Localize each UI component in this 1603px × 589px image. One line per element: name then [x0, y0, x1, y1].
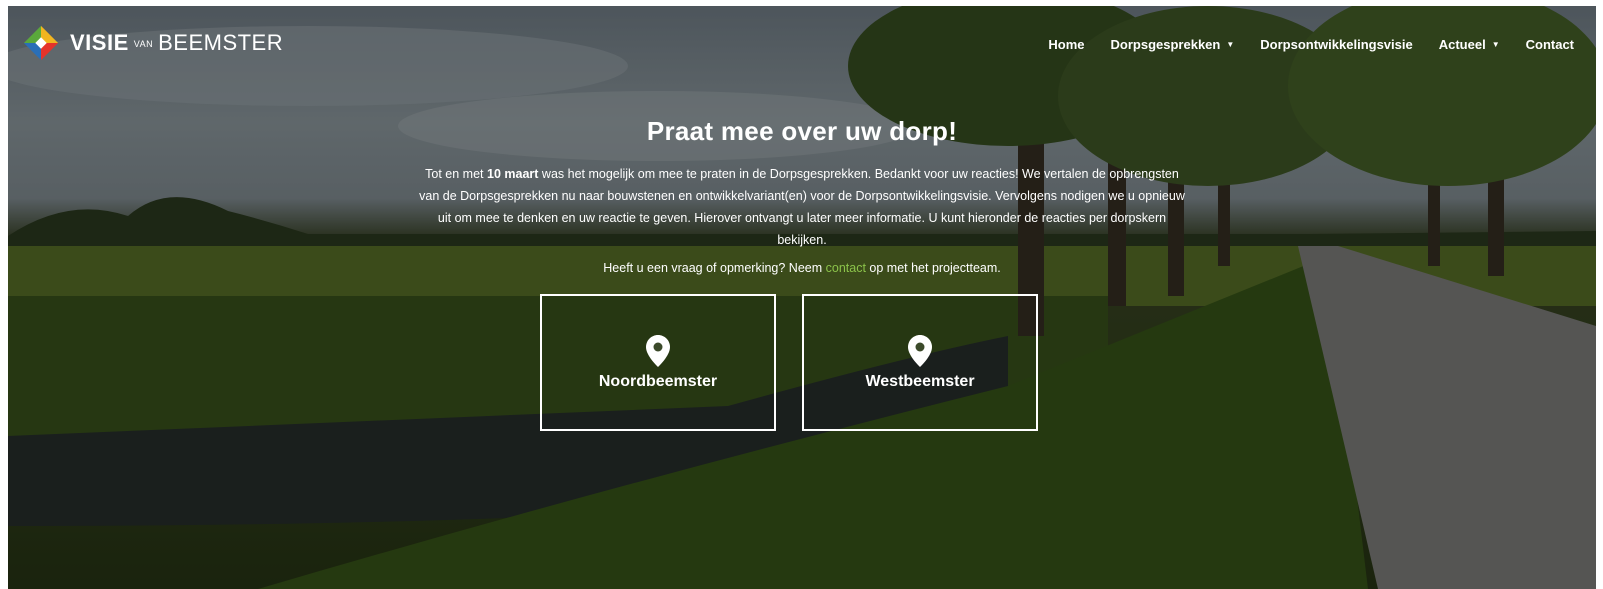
map-pin-icon — [908, 334, 932, 367]
main-nav: Home Dorpsgesprekken ▼ Dorpsontwikkelings… — [1022, 37, 1574, 52]
diamond-logo-icon — [23, 25, 59, 61]
chevron-down-icon: ▼ — [1491, 40, 1500, 49]
question-after: op met het projectteam. — [865, 261, 1001, 275]
nav-dorpsontwikkelingsvisie-label: Dorpsontwikkelingsvisie — [1260, 37, 1413, 52]
nav-actueel-label: Actueel — [1438, 37, 1486, 52]
logo-word-beemster: BEEMSTER — [158, 30, 284, 55]
map-pin-icon — [646, 334, 670, 367]
contact-link[interactable]: contact — [826, 261, 866, 275]
card-noordbeemster-label: Noordbeemster — [598, 372, 718, 390]
nav-dorpsontwikkelingsvisie[interactable]: Dorpsontwikkelingsvisie — [1260, 37, 1412, 52]
page-title: Praat mee over uw dorp! — [646, 116, 958, 146]
intro-text: Tot en met 10 maart was het mogelijk om … — [417, 163, 1187, 251]
hero-content: Praat mee over uw dorp! Tot en met 10 ma… — [8, 116, 1596, 288]
hero-section: VISIE VAN BEEMSTER Home Dorpsgesprekken ▼ D… — [8, 6, 1596, 589]
card-westbeemster[interactable]: Westbeemster — [802, 294, 1038, 431]
logo-word-visie: VISIE — [70, 30, 129, 55]
intro-before: Tot en met — [425, 167, 487, 181]
nav-home[interactable]: Home — [1048, 37, 1084, 52]
intro-deadline: 10 maart — [487, 167, 539, 181]
nav-home-label: Home — [1048, 37, 1085, 52]
site-logo[interactable]: VISIE VAN BEEMSTER — [22, 24, 283, 62]
card-westbeemster-label: Westbeemster — [865, 372, 975, 390]
nav-actueel[interactable]: Actueel ▼ — [1439, 37, 1500, 52]
logo-word-van: VAN — [133, 39, 154, 50]
village-cards: Noordbeemster Westbeemster — [540, 294, 1064, 431]
nav-dorpsgesprekken[interactable]: Dorpsgesprekken ▼ — [1111, 37, 1235, 52]
contact-question: Heeft u een vraag of opmerking? Neem con… — [8, 261, 1596, 275]
chevron-down-icon: ▼ — [1226, 40, 1235, 49]
card-noordbeemster[interactable]: Noordbeemster — [540, 294, 776, 431]
question-before: Heeft u een vraag of opmerking? Neem — [603, 261, 826, 275]
nav-dorpsgesprekken-label: Dorpsgesprekken — [1110, 37, 1221, 52]
logo-wordmark: VISIE VAN BEEMSTER — [70, 30, 283, 56]
nav-contact[interactable]: Contact — [1526, 37, 1574, 52]
nav-contact-label: Contact — [1525, 37, 1574, 52]
